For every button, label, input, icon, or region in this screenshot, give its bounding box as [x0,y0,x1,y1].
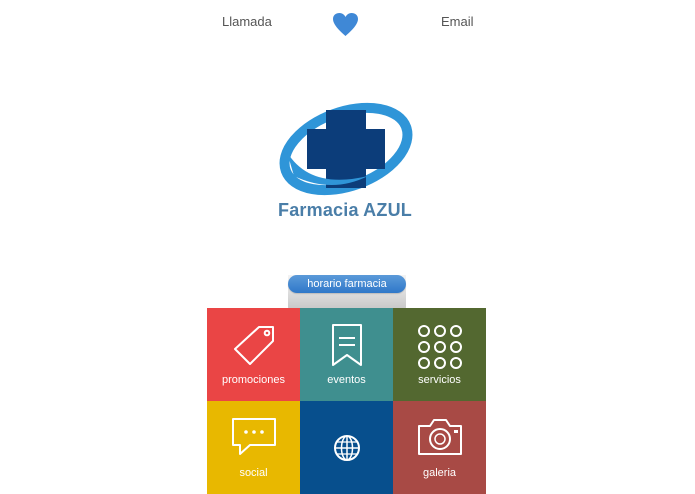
dots-grid-icon [417,325,462,369]
globe-icon [333,435,360,461]
call-link[interactable]: Llamada [222,14,272,29]
email-link[interactable]: Email [441,14,474,29]
heart-icon[interactable] [332,12,359,37]
tile-label-galeria: galeria [422,467,457,479]
tag-icon [233,326,274,365]
tile-social[interactable]: social [207,401,300,494]
menu-grid: promociones eventos servicios social gal… [207,308,486,494]
chat-bubble-icon [231,418,276,455]
tile-web[interactable] [300,401,393,494]
app-page: Llamada Email Farmacia AZUL horario farm… [0,0,695,494]
tile-label-servicios: servicios [418,374,461,386]
hours-button[interactable]: horario farmacia [288,275,406,293]
bookmark-icon [331,324,362,366]
tile-label-promociones: promociones [222,374,285,386]
tile-label-eventos: eventos [327,374,366,386]
tile-eventos[interactable]: eventos [300,308,393,401]
brand-name: Farmacia AZUL [278,200,412,220]
camera-icon [417,419,462,455]
tile-servicios[interactable]: servicios [393,308,486,401]
tile-galeria[interactable]: galeria [393,401,486,494]
tile-promociones[interactable]: promociones [207,308,300,401]
tile-label-social: social [239,467,268,479]
